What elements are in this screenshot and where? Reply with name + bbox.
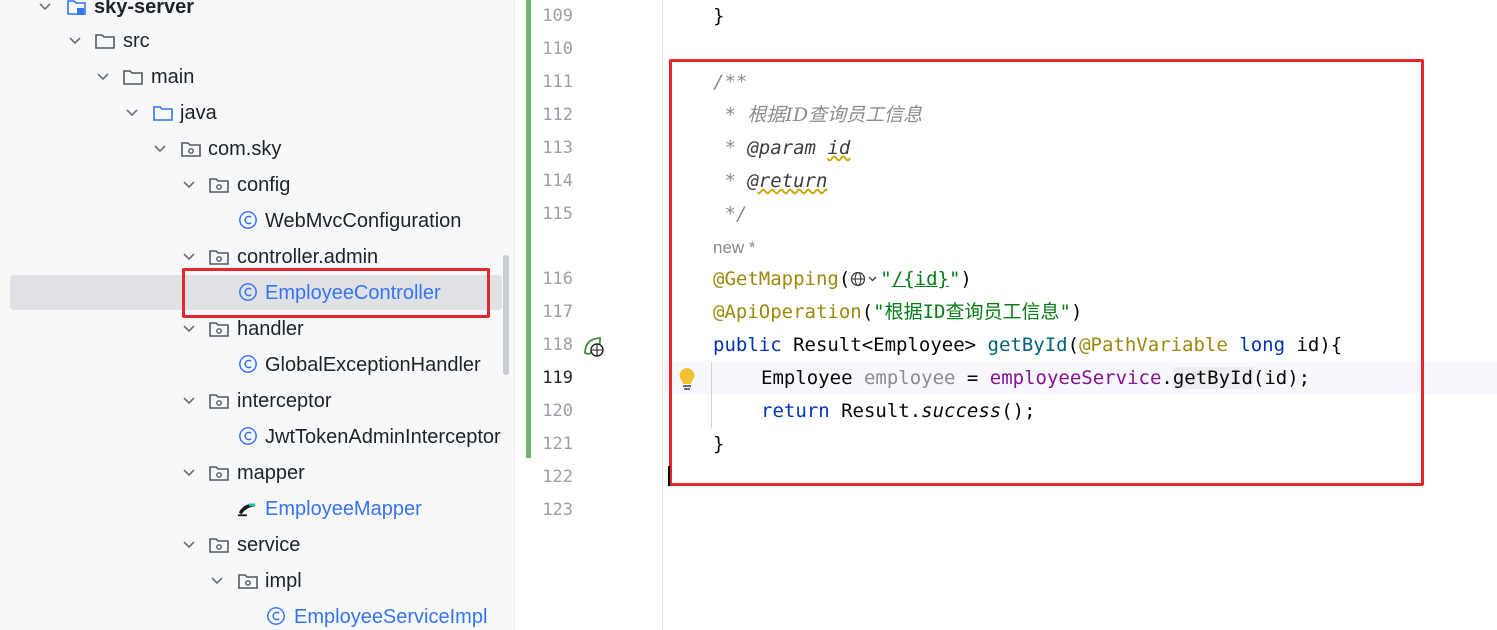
tree-item-label: main	[151, 66, 195, 88]
class-icon	[267, 607, 285, 625]
tree-item-impl[interactable]: impl	[0, 563, 514, 599]
tree-item-label: service	[237, 534, 301, 556]
tree-item-label: com.sky	[208, 138, 282, 160]
line-number: 122	[542, 467, 573, 487]
tree-item-label: config	[237, 174, 291, 196]
package-icon	[209, 250, 229, 265]
line-number: 116	[542, 269, 573, 289]
tree-item-mapper[interactable]: mapper	[0, 455, 514, 491]
folder-icon	[95, 34, 115, 49]
line-number: 114	[542, 171, 573, 191]
line-number: 111	[542, 72, 573, 92]
code-token: }	[713, 5, 725, 27]
line-number: 120	[542, 401, 573, 421]
package-icon	[209, 394, 229, 409]
tree-item-label: interceptor	[237, 390, 332, 412]
chevron-down-icon[interactable]	[182, 394, 196, 408]
line-number: 121	[542, 434, 573, 454]
tree-item-globalexceptionhandler[interactable]: GlobalExceptionHandler	[0, 347, 514, 383]
project-tree-panel: sky-server src main java com.sky config …	[0, 0, 514, 630]
line-number-current: 119	[542, 368, 573, 388]
tree-item-service[interactable]: service	[0, 527, 514, 563]
tree-item-label: GlobalExceptionHandler	[265, 354, 481, 376]
tree-item-label: EmployeeMapper	[265, 498, 422, 520]
tree-item-webmvcconfiguration[interactable]: WebMvcConfiguration	[0, 203, 514, 239]
line-number: 115	[542, 204, 573, 224]
tree-item-sky-server[interactable]: sky-server	[0, 0, 514, 25]
package-icon	[209, 466, 229, 481]
tree-item-interceptor[interactable]: interceptor	[0, 383, 514, 419]
module-folder-icon	[67, 0, 86, 15]
tree-item-com-sky[interactable]: com.sky	[0, 131, 514, 167]
text-caret	[668, 466, 670, 486]
tree-item-label: sky-server	[94, 0, 195, 18]
line-number: 110	[542, 39, 573, 59]
line-number: 117	[542, 302, 573, 322]
bean-icon[interactable]	[582, 335, 606, 359]
chevron-down-icon[interactable]	[182, 178, 196, 192]
tree-item-src[interactable]: src	[0, 23, 514, 59]
code-line-109[interactable]: }	[713, 0, 724, 33]
chevron-down-icon[interactable]	[182, 538, 196, 552]
tree-item-label: src	[123, 30, 150, 52]
tree-item-employeemapper[interactable]: EmployeeMapper	[0, 491, 514, 527]
package-icon	[209, 322, 229, 337]
tree-item-employeeserviceimpl[interactable]: EmployeeServiceImpl	[0, 599, 514, 630]
chevron-down-icon[interactable]	[38, 0, 52, 14]
class-icon	[239, 211, 257, 229]
tree-item-config[interactable]: config	[0, 167, 514, 203]
tree-item-label: java	[180, 102, 217, 124]
class-icon	[239, 427, 257, 445]
line-number: 113	[542, 138, 573, 158]
highlight-annotation-box	[669, 59, 1424, 486]
source-folder-icon	[153, 106, 173, 121]
class-icon	[239, 355, 257, 373]
package-icon	[209, 538, 229, 553]
tree-item-label: impl	[265, 570, 302, 592]
tree-item-jwttokenadmininterceptor[interactable]: JwtTokenAdminInterceptor	[0, 419, 514, 455]
tree-item-label: EmployeeServiceImpl	[294, 606, 488, 628]
package-icon	[181, 142, 201, 157]
mapper-icon	[237, 503, 256, 517]
line-number: 112	[542, 105, 573, 125]
chevron-down-icon[interactable]	[210, 574, 224, 588]
chevron-down-icon[interactable]	[182, 322, 196, 336]
tree-item-label: mapper	[237, 462, 305, 484]
line-number: 118	[542, 335, 573, 355]
folder-icon	[123, 70, 143, 85]
tree-item-label: WebMvcConfiguration	[265, 210, 462, 232]
tree-item-label: JwtTokenAdminInterceptor	[265, 426, 501, 448]
package-icon	[238, 574, 258, 589]
chevron-down-icon[interactable]	[153, 142, 167, 156]
chevron-down-icon[interactable]	[96, 70, 110, 84]
line-number: 123	[542, 500, 573, 520]
highlight-annotation-box	[182, 268, 490, 318]
package-icon	[209, 178, 229, 193]
chevron-down-icon[interactable]	[68, 34, 82, 48]
chevron-down-icon[interactable]	[125, 106, 139, 120]
line-number: 109	[542, 6, 573, 26]
tree-item-java[interactable]: java	[0, 95, 514, 131]
tree-item-main[interactable]: main	[0, 59, 514, 95]
chevron-down-icon[interactable]	[182, 466, 196, 480]
chevron-down-icon[interactable]	[182, 250, 196, 264]
